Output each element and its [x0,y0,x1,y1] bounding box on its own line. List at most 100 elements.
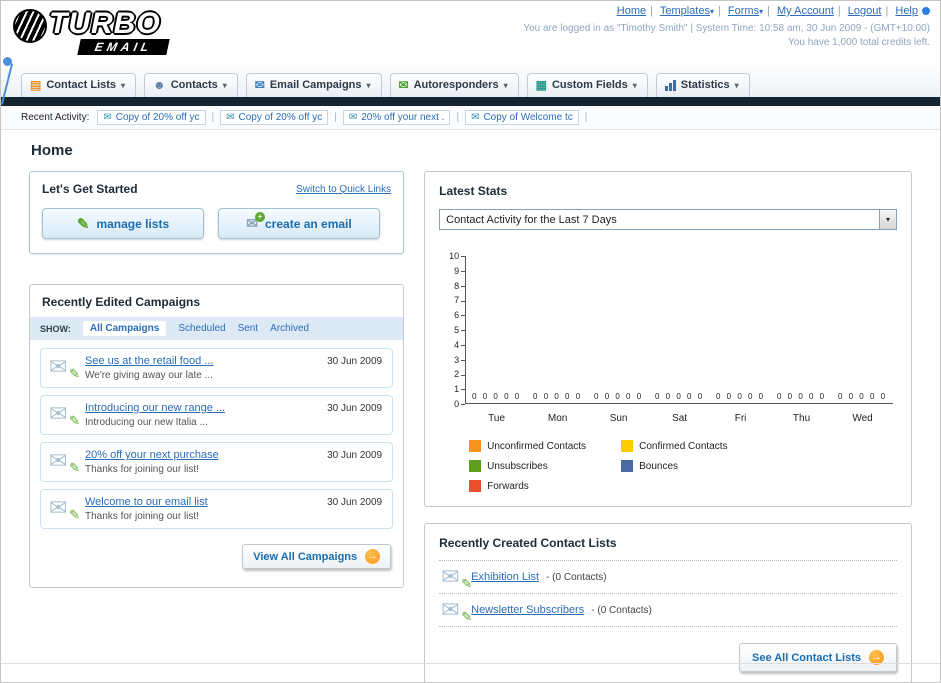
nav-tab-contacts[interactable]: ☻ Contacts ▾ [144,73,238,97]
campaign-date: 30 Jun 2009 [327,450,383,461]
recent-activity-item: ✉ 20% off your next . [342,110,465,125]
recently-created-contact-lists-panel: Recently Created Contact Lists ✉ ✎ Exhib… [424,523,912,682]
chart-category-label: Sat [672,413,688,424]
chevron-down-icon: ▾ [121,80,126,90]
create-email-label: create an email [265,216,352,231]
contact-list-link[interactable]: Exhibition List [471,571,539,583]
app-window: TURBO EMAIL Home | Templates▾ | Forms▾ | My… [0,0,941,683]
help-indicator-dot [922,7,930,16]
create-email-button[interactable]: ✉ + create an email [218,208,380,239]
list-edit-icon: ✉ ✎ [441,564,473,592]
legend-item: Forwards [469,480,621,492]
nav-tab-label: Autoresponders [413,79,499,91]
recent-activity-label: Recent Activity: [21,112,90,123]
campaigns-list: ✉ ✎ See us at the retail food ... We're … [30,340,403,538]
chevron-down-icon: ▾ [734,80,739,90]
pencil-icon: ✎ [69,413,80,428]
latest-stats-title: Latest Stats [439,184,508,198]
legend-item: Unconfirmed Contacts [469,440,621,452]
nav-tab-contact-lists[interactable]: ▤ Contact Lists ▾ [21,73,137,97]
campaign-row: ✉ ✎ See us at the retail food ... We're … [40,348,394,388]
legend-swatch [469,440,482,452]
recent-activity-link[interactable]: Copy of 20% off yc [116,112,200,123]
chart-y-axis: 10 9 8 7 6 5 4 3 2 1 0 [439,251,465,409]
legend-item: Bounces [621,460,773,472]
campaign-title-link[interactable]: See us at the retail food ... [85,355,322,367]
see-all-contact-lists-label: See All Contact Lists [751,651,861,664]
chevron-down-icon: ▾ [632,80,637,90]
nav-tab-statistics[interactable]: Statistics ▾ [655,73,750,97]
chart-value-group: 0 0 0 0 0 [655,392,705,401]
session-info: You are logged in as "Timothy Smith" | S… [523,23,930,34]
nav-tab-custom-fields[interactable]: ▦ Custom Fields ▾ [526,73,648,97]
contact-list-row: ✉ ✎ Exhibition List - (0 Contacts) [439,561,897,594]
custom-fields-icon: ▦ [535,78,547,92]
pencil-icon: ✎ [461,576,473,591]
link-forms[interactable]: Forms [728,5,759,17]
envelope-icon: ✉ [348,112,358,123]
campaign-title-link[interactable]: Introducing our new range ... [85,402,322,414]
chevron-down-icon: ▾ [222,80,227,90]
top-links: Home | Templates▾ | Forms▾ | My Account | Lo… [523,5,930,17]
nav-tab-label: Email Campaigns [269,79,362,91]
chart-value-group: 0 0 0 0 0 [594,392,644,401]
view-all-campaigns-button[interactable]: View All Campaigns → [242,544,392,569]
campaign-title-link[interactable]: Welcome to our email list [85,496,322,508]
legend-swatch [621,440,634,452]
stats-activity-select[interactable]: Contact Activity for the Last 7 Days ▾ [439,209,897,230]
logo-primary-text: TURBO [49,7,161,40]
chart-category-label: Mon [547,413,568,424]
recent-activity-link[interactable]: Copy of Welcome tc [483,112,572,123]
recently-edited-campaigns-panel: Recently Edited Campaigns SHOW: All Camp… [29,284,405,588]
legend-swatch [469,460,482,472]
tab-all-campaigns[interactable]: All Campaigns [82,321,167,336]
link-templates[interactable]: Templates [660,5,710,17]
campaign-title-link[interactable]: 20% off your next purchase [85,449,322,461]
link-my-account[interactable]: My Account [777,5,834,17]
chart-category-label: Wed [852,413,873,424]
nav-tab-autoresponders[interactable]: ✉ Autoresponders ▾ [389,73,519,97]
main-content: Home Let's Get Started Switch to Quick L… [1,130,940,682]
see-all-contact-lists-button[interactable]: See All Contact Lists → [738,643,897,672]
switch-quick-links-link[interactable]: Switch to Quick Links [296,184,391,195]
nav-tab-label: Statistics [680,79,730,91]
email-campaigns-icon: ✉ [254,78,265,92]
latest-stats-panel: Latest Stats Contact Activity for the La… [424,171,912,507]
tab-archived[interactable]: Archived [270,323,309,334]
tab-sent[interactable]: Sent [238,323,259,334]
plus-icon: + [255,212,265,222]
get-started-title: Let's Get Started [42,182,138,196]
envelope-icon: ✉ [226,112,235,123]
pencil-icon: ✎ [461,609,473,624]
recent-activity-link[interactable]: Copy of 20% off yc [239,112,323,123]
campaign-edit-icon: ✉ ✎ [49,354,80,382]
nav-tab-email-campaigns[interactable]: ✉ Email Campaigns ▾ [245,73,382,97]
chart-groups: 0 0 0 0 0 0 0 0 0 0 0 0 0 0 0 0 0 0 0 0 0 0 … [466,392,893,401]
header-right: Home | Templates▾ | Forms▾ | My Account | Lo… [523,5,930,48]
chart-category-label: Tue [488,413,506,424]
legend-swatch [621,460,634,472]
pencil-icon: ✎ [69,366,80,381]
envelope-icon: ✉ [103,112,112,123]
nav-divider-bar [1,97,940,106]
main-nav: ▤ Contact Lists ▾ ☻ Contacts ▾ ✉ Email C… [1,65,940,97]
contact-list-link[interactable]: Newsletter Subscribers [471,604,584,616]
tab-scheduled[interactable]: Scheduled [178,323,225,334]
campaign-row: ✉ ✎ 20% off your next purchase Thanks fo… [40,442,394,482]
list-edit-icon: ✉ ✎ [441,597,473,625]
recent-activity-link[interactable]: 20% off your next . [361,112,444,123]
legend-item: Unsubscribes [469,460,621,472]
chart-value-group: 0 0 0 0 0 [472,392,522,401]
link-home[interactable]: Home [617,5,646,17]
link-logout[interactable]: Logout [848,5,882,17]
manage-lists-button[interactable]: ✎ manage lists [42,208,204,239]
campaigns-filter-tabs: SHOW: All Campaigns Scheduled Sent Archi… [30,317,404,340]
link-help[interactable]: Help [895,5,918,17]
contact-activity-chart: 10 9 8 7 6 5 4 3 2 1 0 0 0 0 0 0 0 0 0 0 0 0 0 0 0 0… [439,251,897,492]
show-label: SHOW: [40,323,71,334]
footer-divider [1,663,940,664]
chevron-down-icon: ▾ [503,80,508,90]
autoresponders-icon: ✉ [398,78,409,92]
contact-list-count: - (0 Contacts) [546,572,607,583]
select-arrow-icon: ▾ [879,210,896,229]
